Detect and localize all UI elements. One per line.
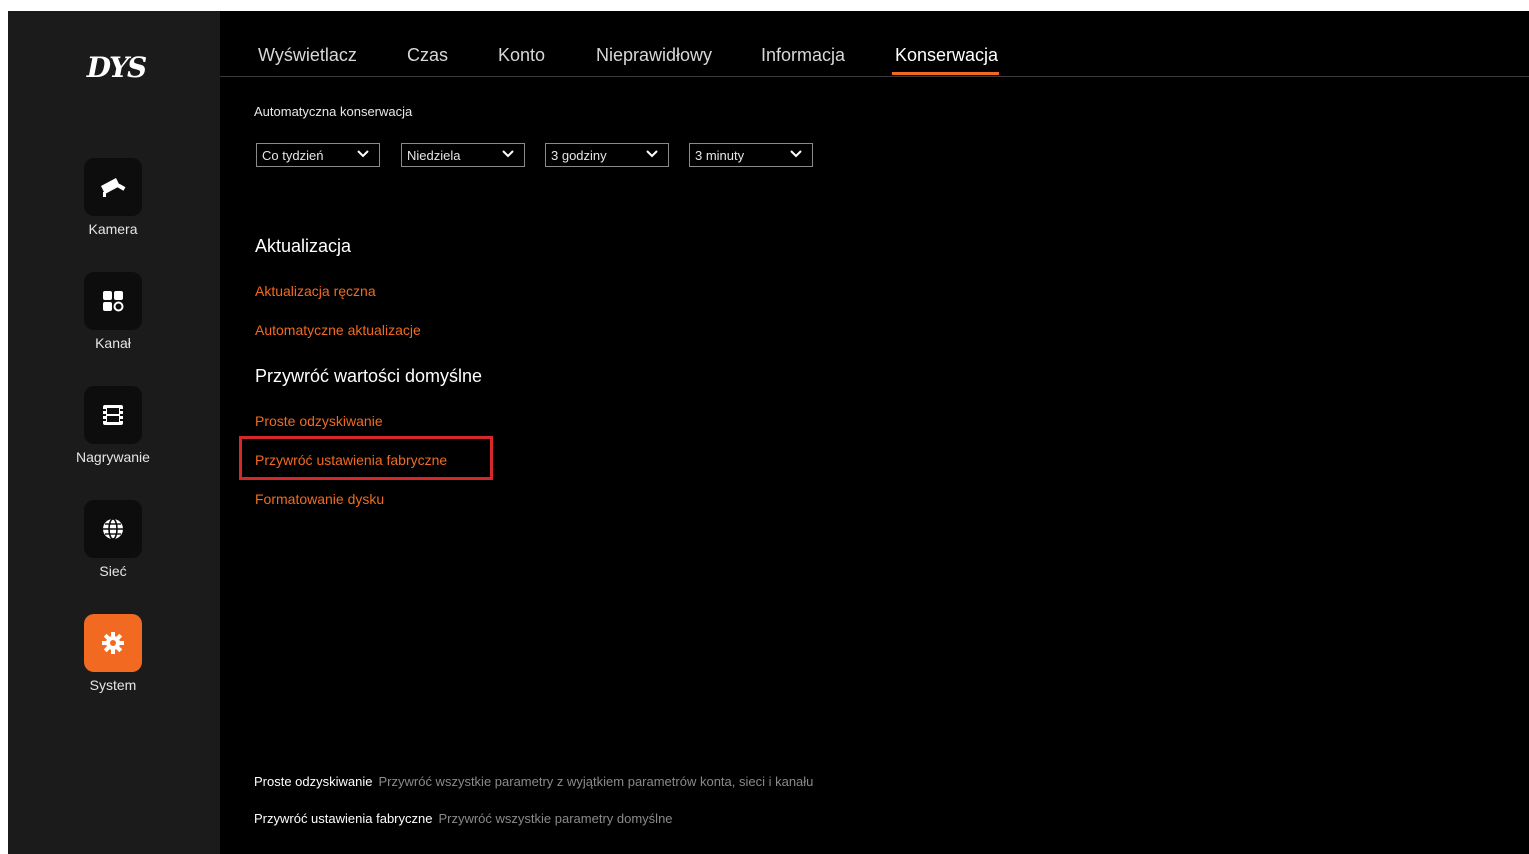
format-disk-link[interactable]: Formatowanie dysku [255,491,384,507]
footnote-term: Przywróć ustawienia fabryczne [254,811,433,826]
chevron-down-icon [502,150,514,158]
manual-update-link[interactable]: Aktualizacja ręczna [255,283,376,299]
footnote-desc: Przywróć wszystkie parametry z wyjątkiem… [378,774,814,789]
chevron-down-icon [357,150,369,158]
tab-wyswietlacz[interactable]: Wyświetlacz [258,45,357,66]
chevron-down-icon [790,150,802,158]
footnote-factory-reset: Przywróć ustawienia fabryczne Przywróć ws… [254,811,673,826]
sidebar-item-kamera[interactable]: Kamera [58,158,168,237]
select-value: 3 minuty [695,148,745,163]
film-icon [84,386,142,444]
sidebar-item-label: Kanał [95,335,131,351]
tab-nieprawidlowy[interactable]: Nieprawidłowy [596,45,712,66]
select-value: 3 godziny [551,148,607,163]
day-select[interactable]: Niedziela [401,143,525,167]
hour-select[interactable]: 3 godziny [545,143,669,167]
update-section-title: Aktualizacja [255,236,352,256]
tab-konserwacja[interactable]: Konserwacja [895,45,998,66]
restore-section-title: Przywróć wartości domyślne [255,366,483,386]
grid-icon [84,272,142,330]
logo: DYS [86,50,148,84]
camera-icon [84,158,142,216]
sidebar-item-siec[interactable]: Sieć [58,500,168,579]
sidebar-item-kanal[interactable]: Kanał [58,272,168,351]
select-value: Niedziela [407,148,461,163]
active-tab-indicator [892,72,999,75]
gear-icon [84,614,142,672]
factory-reset-link[interactable]: Przywróć ustawienia fabryczne [255,452,447,468]
main-panel: Wyświetlacz Czas Konto Nieprawidłowy Inf… [220,11,1529,854]
auto-update-link[interactable]: Automatyczne aktualizacje [255,322,421,338]
sidebar-item-label: System [89,677,137,693]
footnote-desc: Przywróć wszystkie parametry domyślne [438,811,673,826]
settings-screen: DYS Kamera Kanał Nagrywanie Sieć System … [8,11,1529,854]
sidebar-item-nagrywanie[interactable]: Nagrywanie [58,386,168,465]
select-value: Co tydzień [262,148,324,163]
footnote-term: Proste odzyskiwanie [254,774,373,789]
tab-konto[interactable]: Konto [498,45,545,66]
tab-bar: Wyświetlacz Czas Konto Nieprawidłowy Inf… [220,11,1529,77]
minute-select[interactable]: 3 minuty [689,143,813,167]
sidebar-item-label: Sieć [99,563,127,579]
auto-maintenance-label: Automatyczna konserwacja [254,104,413,119]
sidebar-item-system[interactable]: System [58,614,168,693]
chevron-down-icon [646,150,658,158]
frequency-select[interactable]: Co tydzień [256,143,380,167]
simple-recovery-link[interactable]: Proste odzyskiwanie [255,413,383,429]
globe-icon [84,500,142,558]
sidebar-item-label: Nagrywanie [76,449,150,465]
tab-informacja[interactable]: Informacja [761,45,845,66]
tab-czas[interactable]: Czas [407,45,448,66]
sidebar: DYS Kamera Kanał Nagrywanie Sieć System [8,11,220,854]
sidebar-item-label: Kamera [88,221,138,237]
footnote-simple-recovery: Proste odzyskiwanie Przywróć wszystkie pa… [254,774,813,789]
